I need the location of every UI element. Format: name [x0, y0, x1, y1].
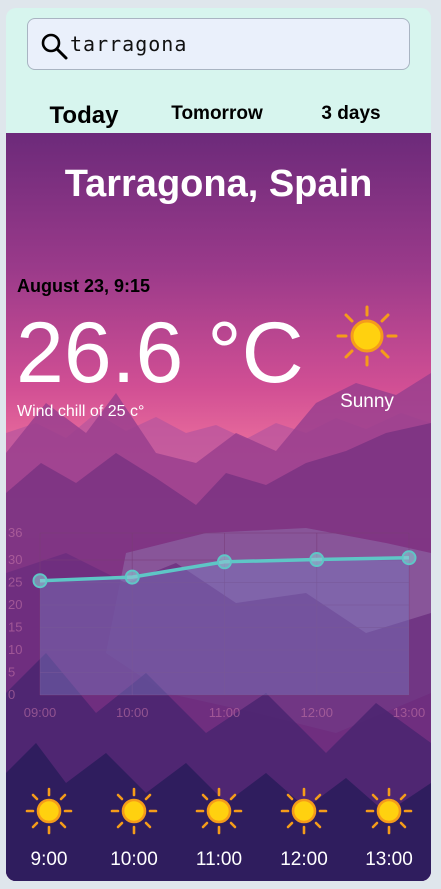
sun-icon: [195, 787, 243, 835]
sun-icon: [25, 787, 73, 835]
temperature-point: [401, 550, 417, 566]
current-datetime: August 23, 9:15: [17, 276, 151, 296]
search-input[interactable]: [70, 27, 400, 61]
condition-label: Sunny: [340, 391, 394, 412]
sun-icon: [336, 305, 398, 367]
y-tick-label: 30: [8, 552, 22, 567]
tab-today[interactable]: Today: [34, 96, 134, 136]
hourly-time-label: 13:00: [365, 849, 413, 870]
sun-icon: [280, 787, 328, 835]
mountain-landscape-background: [6, 373, 431, 881]
hourly-time-label: 10:00: [110, 849, 158, 870]
location-title: Tarragona, Spain: [64, 163, 373, 205]
temperature-point: [32, 573, 48, 589]
x-tick-label: 10:00: [116, 705, 149, 720]
y-tick-label: 36: [8, 525, 22, 540]
sun-icon: [365, 787, 413, 835]
sun-icon: [110, 787, 158, 835]
search-icon[interactable]: [39, 31, 69, 61]
y-tick-label: 15: [8, 620, 22, 635]
y-tick-label: 10: [8, 642, 22, 657]
temperature-point: [309, 552, 325, 568]
y-tick-label: 20: [8, 597, 22, 612]
y-tick-label: 5: [8, 665, 15, 680]
forecast-tabs: Today Tomorrow 3 days: [6, 94, 431, 134]
x-tick-label: 11:00: [209, 705, 241, 720]
hourly-time-label: 11:00: [195, 849, 243, 870]
y-tick-label: 0: [8, 687, 15, 702]
hourly-time-label: 12:00: [280, 849, 328, 870]
tab-tomorrow[interactable]: Tomorrow: [156, 94, 278, 134]
temperature-chart: 0 5 10 15 20 25 30 36 09:00 10:00 11:00 12:00 13:00: [8, 525, 426, 720]
weather-app: Today Tomorrow 3 days Tarragona, Spain A…: [6, 8, 431, 881]
temperature-point: [124, 569, 140, 585]
weather-panel: Tarragona, Spain August 23, 9:15 26.6 °C…: [6, 133, 431, 881]
search-bar[interactable]: [27, 18, 410, 70]
tab-3-days[interactable]: 3 days: [301, 94, 401, 134]
x-tick-label: 09:00: [24, 705, 57, 720]
wind-chill-text: Wind chill of 25 c°: [17, 403, 145, 420]
y-tick-label: 25: [8, 575, 22, 590]
x-tick-label: 13:00: [393, 705, 426, 720]
temperature-point: [217, 554, 232, 570]
current-temperature: 26.6 °C: [16, 305, 304, 401]
hourly-time-label: 9:00: [30, 849, 68, 870]
x-tick-label: 12:00: [300, 705, 333, 720]
